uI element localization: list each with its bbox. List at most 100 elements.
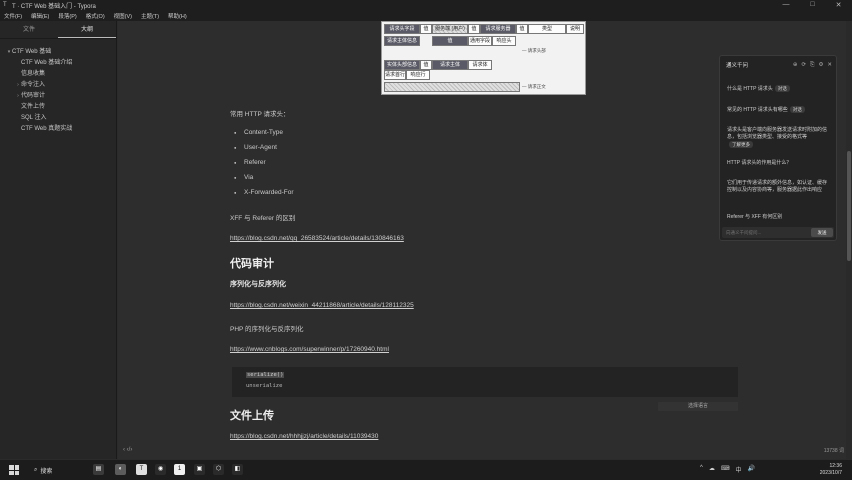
volume-icon[interactable]: 🔊 (748, 465, 755, 474)
tray-overflow-icon[interactable]: ^ (700, 465, 703, 474)
new-chat-icon[interactable]: ⊕ (793, 62, 798, 69)
taskbar: ⌕ 搜索 ▤ ◐ T ◉ 1 ▣ ⬡ ◧ ^ ☁ ⌨ 中 🔊 12:36 202… (0, 459, 852, 480)
table-cell: 请求服务器 (480, 24, 516, 34)
hyperlink[interactable]: https://blog.csdn.net/weixin_44211868/ar… (230, 302, 414, 309)
table-cell: 请求头字段 (384, 24, 420, 34)
terminal-icon[interactable]: ▣ (194, 464, 205, 475)
tab-files[interactable]: 文件 (0, 21, 58, 38)
app-icon[interactable]: ◐ (115, 464, 126, 475)
chat-message: 常见的 HTTP 请求头有哪些 对话 (727, 106, 831, 114)
taskbar-search[interactable]: ⌕ 搜索 (34, 465, 52, 475)
outline-item[interactable]: 文件上传 (0, 102, 116, 113)
outline-item[interactable]: › 代码审计 (0, 91, 116, 102)
table-cell: 请求主体信息 (384, 36, 420, 46)
outline-item[interactable]: SQL 注入 (0, 113, 116, 124)
message-chip[interactable]: 了解更多 (729, 141, 753, 148)
code-line: serialize() (246, 372, 285, 378)
typora-taskbar-icon[interactable]: T (136, 464, 147, 475)
table-cell: 说明 (566, 24, 584, 34)
chat-toolbar: ⊕ ⟳ ⎘ ⚙ ✕ (793, 62, 832, 69)
outline-item-label: SQL 注入 (21, 115, 47, 121)
code-block[interactable]: serialize() unserialize (232, 367, 738, 397)
list-item: Content-Type (234, 129, 283, 136)
chat-input[interactable] (726, 230, 811, 235)
editor-scrollbar[interactable] (846, 21, 852, 459)
table-note: — 请求正文 (522, 84, 546, 89)
word-count: 13738 词 (823, 448, 844, 454)
message-chip[interactable]: 对话 (789, 106, 805, 113)
menu-view[interactable]: 视图(V) (114, 12, 132, 20)
outline-item[interactable]: CTF Web 基础介绍 (0, 58, 116, 69)
system-tray: ^ ☁ ⌨ 中 🔊 (700, 465, 755, 474)
gear-icon[interactable]: ⚙ (818, 62, 823, 69)
embedded-table-image: 请求头字段 值 服务端 (用户) 值 请求服务器 值 类型 说明 请求主体信息 … (381, 21, 586, 95)
notes-icon[interactable]: 1 (174, 464, 185, 475)
code-language-select[interactable]: 选择语言 (658, 402, 738, 411)
table-cell: 服务端 (用户) (432, 24, 468, 34)
outline-item-label: CTF Web 基础 (12, 49, 52, 55)
table-cell: 响应行 (406, 70, 430, 80)
clock-date: 2023/10/7 (819, 470, 842, 476)
heading-serialize: 序列化与反序列化 (230, 281, 286, 288)
copy-icon[interactable]: ⎘ (810, 62, 814, 69)
app-icon[interactable]: ⬡ (213, 464, 224, 475)
outline-item-label: 命令注入 (21, 82, 46, 88)
browser-icon[interactable]: ◉ (155, 464, 166, 475)
hyperlink[interactable]: https://www.cnblogs.com/superwinner/p/17… (230, 346, 389, 353)
source-mode-toggle[interactable]: ‹ ‹/› (123, 447, 132, 453)
table-cell-body (384, 82, 520, 92)
list-item: X-Forwarded-For (234, 189, 294, 196)
message-chip[interactable]: 对话 (774, 85, 790, 92)
table-cell: 请求体 (468, 60, 492, 70)
paragraph: 常用 HTTP 请求头： (230, 111, 290, 118)
code-line: unserialize (246, 383, 283, 389)
table-cell: 值 (468, 24, 480, 34)
chat-message: 请求头是客户端向服务器发送请求时附加的信息，包括浏览器类型、接受的格式等了解更多 (727, 127, 831, 149)
table-cell: 类型 (528, 24, 566, 34)
chat-title: 通义千问 (726, 63, 749, 69)
menu-paragraph[interactable]: 段落(P) (58, 12, 76, 20)
ime-icon[interactable]: 中 (736, 465, 742, 474)
menu-help[interactable]: 帮助(H) (168, 12, 187, 20)
window-title: T · CTF Web 基础入门 - Typora (12, 3, 96, 10)
tab-outline[interactable]: 大纲 (58, 21, 116, 38)
table-cell: 实体头部信息 (384, 60, 420, 70)
table-cell: 请求主体 (432, 60, 468, 70)
outline-item[interactable]: CTF Web 真题实战 (0, 124, 116, 135)
search-icon: ⌕ (34, 466, 38, 473)
outline-item[interactable]: 信息收集 (0, 69, 116, 80)
heading-code-audit: 代码审计 (230, 258, 274, 270)
hyperlink[interactable]: https://blog.csdn.net/hhhjjzj/article/de… (230, 433, 378, 440)
outline-item-label: 代码审计 (21, 93, 46, 99)
app-icon[interactable]: ◧ (232, 464, 243, 475)
menu-file[interactable]: 文件(F) (4, 12, 22, 20)
keyboard-icon[interactable]: ⌨ (721, 465, 730, 474)
outline-item[interactable]: › 命令注入 (0, 80, 116, 91)
close-icon[interactable]: ✕ (827, 62, 832, 69)
send-button[interactable]: 发送 (811, 228, 833, 237)
maximize-button[interactable]: □ (810, 1, 814, 9)
menu-format[interactable]: 格式(O) (86, 12, 105, 20)
table-cell: 值 (516, 24, 528, 34)
cloud-icon[interactable]: ☁ (709, 465, 715, 474)
outline-item[interactable]: ▾ CTF Web 基础 (0, 47, 116, 58)
table-cell: 请求首行 (384, 70, 406, 80)
task-view-icon[interactable]: ▤ (93, 464, 104, 475)
outline-item-label: CTF Web 基础介绍 (21, 60, 73, 66)
scrollbar-thumb[interactable] (847, 151, 851, 261)
refresh-icon[interactable]: ⟳ (801, 62, 806, 69)
windows-start-icon[interactable] (9, 465, 19, 475)
chat-message: HTTP 请求头的作用是什么？ (727, 160, 792, 166)
list-item: Referer (234, 159, 266, 166)
list-item: Via (234, 174, 254, 181)
paragraph: PHP 的序列化与反序列化 (230, 326, 304, 333)
minimize-button[interactable]: — (782, 1, 789, 9)
menu-edit[interactable]: 编辑(E) (31, 12, 49, 20)
message-text: 请求头是客户端向服务器发送请求时附加的信息，包括浏览器类型、接受的格式等 (727, 127, 828, 140)
hyperlink[interactable]: https://blog.csdn.net/qq_26583524/articl… (230, 235, 404, 242)
close-button[interactable]: ✕ (836, 1, 842, 9)
table-cell: 值 (420, 24, 432, 34)
clock-time: 12:36 (829, 463, 842, 469)
menu-theme[interactable]: 主题(T) (141, 12, 159, 20)
clock[interactable]: 12:36 2023/10/7 (820, 463, 842, 477)
